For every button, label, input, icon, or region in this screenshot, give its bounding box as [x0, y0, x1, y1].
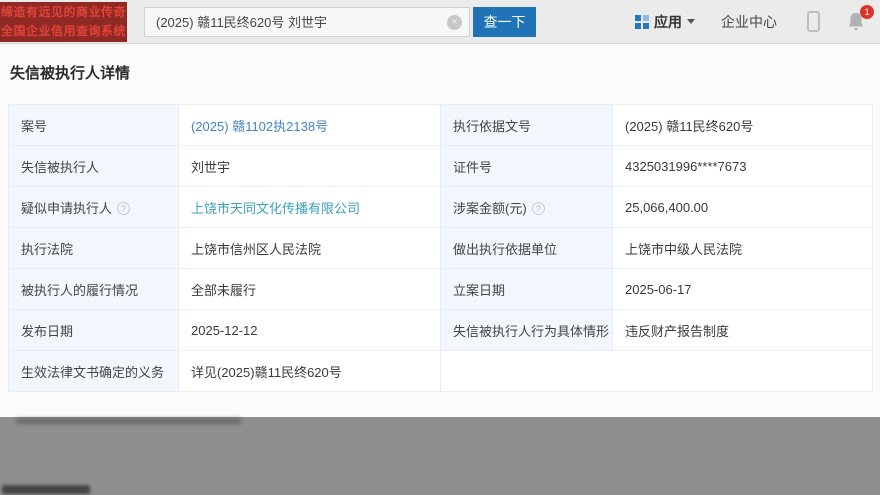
field-label: 生效法律文书确定的义务: [9, 351, 179, 392]
info-icon[interactable]: ?: [532, 202, 545, 215]
clear-search-icon[interactable]: ×: [447, 15, 462, 30]
field-value: 上饶市信州区人民法院: [179, 228, 441, 269]
notification-badge: 1: [860, 5, 874, 19]
blurred-footer-text: [16, 418, 241, 424]
blurred-footer-text: [2, 485, 90, 494]
page-root: 缔造有远见的商业传奇 全国企业信用查询系统 × 查一下 应用 企业中心 1: [0, 0, 880, 495]
table-row: 被执行人的履行情况 全部未履行 立案日期 2025-06-17: [9, 269, 873, 310]
field-label: 失信被执行人: [9, 146, 179, 187]
field-value: 2025-06-17: [613, 269, 873, 310]
apps-menu-label: 应用: [654, 12, 682, 32]
field-value: 详见(2025)赣11民终620号: [179, 351, 441, 392]
field-value: (2025) 赣11民终620号: [613, 105, 873, 146]
apps-grid-icon: [635, 15, 649, 29]
enterprise-center-link[interactable]: 企业中心: [721, 12, 777, 32]
company-link[interactable]: 上饶市天同文化传播有限公司: [191, 201, 360, 216]
field-label: 立案日期: [441, 269, 613, 310]
notifications-button[interactable]: 1: [846, 11, 866, 33]
table-row: 案号 (2025) 赣1102执2138号 执行依据文号 (2025) 赣11民…: [9, 105, 873, 146]
field-value: 上饶市中级人民法院: [613, 228, 873, 269]
topbar-right-group: 应用 企业中心 1: [635, 11, 866, 33]
apps-menu[interactable]: 应用: [635, 12, 695, 32]
field-label: 案号: [9, 105, 179, 146]
mobile-app-icon[interactable]: [807, 11, 820, 32]
field-value: 全部未履行: [179, 269, 441, 310]
field-label: 失信被执行人行为具体情形: [441, 310, 613, 351]
case-number-link[interactable]: (2025) 赣1102执2138号: [191, 119, 328, 134]
detail-table: 案号 (2025) 赣1102执2138号 执行依据文号 (2025) 赣11民…: [8, 104, 873, 392]
top-navigation-bar: 缔造有远见的商业传奇 全国企业信用查询系统 × 查一下 应用 企业中心 1: [0, 0, 880, 44]
field-value: 25,066,400.00: [613, 187, 873, 228]
table-row: 生效法律文书确定的义务 详见(2025)赣11民终620号: [9, 351, 873, 392]
logo-slogan: 缔造有远见的商业传奇: [0, 3, 127, 22]
field-value: 4325031996****7673: [613, 146, 873, 187]
field-value: 刘世宇: [179, 146, 441, 187]
logo-title: 全国企业信用查询系统: [0, 22, 127, 41]
field-value: 2025-12-12: [179, 310, 441, 351]
field-value: 违反财产报告制度: [613, 310, 873, 351]
field-label: 执行法院: [9, 228, 179, 269]
field-label: 疑似申请执行人?: [9, 187, 179, 228]
info-icon[interactable]: ?: [117, 202, 130, 215]
field-label: 执行依据文号: [441, 105, 613, 146]
table-row: 疑似申请执行人? 上饶市天同文化传播有限公司 涉案金额(元)? 25,066,4…: [9, 187, 873, 228]
chevron-down-icon: [687, 19, 695, 24]
field-label: 发布日期: [9, 310, 179, 351]
empty-cell: [441, 351, 873, 392]
field-label: 做出执行依据单位: [441, 228, 613, 269]
field-label: 被执行人的履行情况: [9, 269, 179, 310]
site-logo[interactable]: 缔造有远见的商业传奇 全国企业信用查询系统: [0, 2, 127, 42]
table-row: 发布日期 2025-12-12 失信被执行人行为具体情形 违反财产报告制度: [9, 310, 873, 351]
search-button[interactable]: 查一下: [473, 7, 536, 37]
search-input[interactable]: [144, 7, 470, 37]
field-label-text: 疑似申请执行人: [21, 201, 112, 216]
table-row: 执行法院 上饶市信州区人民法院 做出执行依据单位 上饶市中级人民法院: [9, 228, 873, 269]
field-label-text: 涉案金额(元): [453, 201, 527, 216]
field-value: 上饶市天同文化传播有限公司: [179, 187, 441, 228]
page-footer: [0, 417, 880, 495]
main-content: 失信被执行人详情 案号 (2025) 赣1102执2138号 执行依据文号 (2…: [0, 44, 880, 417]
search-box: ×: [144, 7, 470, 37]
field-label: 涉案金额(元)?: [441, 187, 613, 228]
field-value: (2025) 赣1102执2138号: [179, 105, 441, 146]
field-label: 证件号: [441, 146, 613, 187]
table-row: 失信被执行人 刘世宇 证件号 4325031996****7673: [9, 146, 873, 187]
page-title: 失信被执行人详情: [0, 44, 880, 83]
